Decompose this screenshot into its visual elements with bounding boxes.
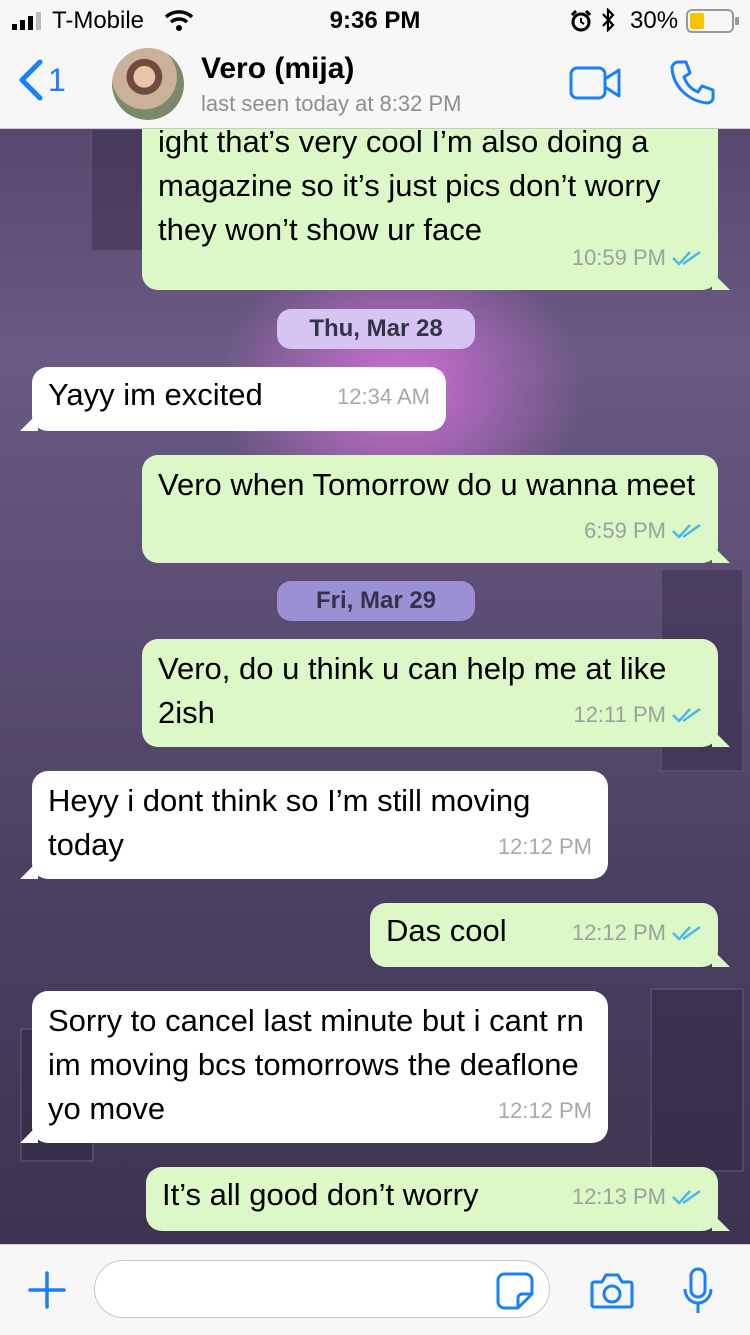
microphone-icon	[683, 1267, 713, 1313]
video-call-button[interactable]	[569, 66, 621, 105]
read-ticks-icon	[672, 1189, 701, 1205]
bubble-tail	[712, 545, 730, 563]
sticker-icon	[496, 1272, 534, 1310]
bubble-tail	[712, 729, 730, 747]
chat-area[interactable]: ight that’s very cool I’m also doing a m…	[0, 128, 750, 1244]
message-time: 6:59 PM	[584, 518, 666, 543]
contact-name[interactable]: Vero (mija)	[201, 52, 354, 86]
bubble-tail	[712, 272, 730, 290]
bubble-tail	[712, 949, 730, 967]
message-outgoing[interactable]: Vero when Tomorrow do u wanna meet 6:59 …	[142, 455, 730, 563]
message-outgoing[interactable]: ight that’s very cool I’m also doing a m…	[142, 128, 730, 290]
attach-button[interactable]	[28, 1271, 66, 1314]
message-time: 12:34 AM	[337, 384, 430, 409]
message-text: ight that’s very cool I’m also doing a m…	[158, 128, 661, 247]
date-separator: Fri, Mar 29	[277, 581, 475, 621]
message-text: Heyy i dont think so I’m still moving to…	[48, 783, 531, 862]
message-text: It’s all good don’t worry	[162, 1177, 479, 1212]
read-ticks-icon	[672, 925, 701, 941]
battery-percent: 30%	[630, 7, 679, 34]
read-ticks-icon	[672, 707, 701, 723]
bubble-tail	[20, 413, 38, 431]
microphone-button[interactable]	[682, 1267, 714, 1320]
video-camera-icon	[569, 66, 621, 100]
message-time: 12:12 PM	[497, 1098, 592, 1123]
unread-count: 1	[48, 61, 66, 98]
last-seen-status: last seen today at 8:32 PM	[201, 91, 462, 116]
message-time: 10:59 PM	[571, 245, 666, 270]
chevron-left-icon	[19, 59, 43, 101]
message-outgoing[interactable]: Das cool 12:12 PM	[370, 903, 730, 967]
message-text: Das cool	[386, 913, 507, 948]
message-text: Yayy im excited	[48, 377, 263, 412]
message-time: 12:13 PM	[571, 1184, 666, 1209]
status-bar: T-Mobile 9:36 PM 30%	[0, 0, 750, 40]
read-ticks-icon	[672, 523, 701, 539]
plus-icon	[28, 1271, 66, 1309]
message-input[interactable]	[94, 1260, 550, 1318]
voice-call-button[interactable]	[668, 58, 716, 111]
message-incoming[interactable]: Heyy i dont think so I’m still moving to…	[20, 771, 608, 879]
message-outgoing[interactable]: Vero, do u think u can help me at like 2…	[142, 639, 730, 747]
message-incoming[interactable]: Yayy im excited 12:34 AM	[20, 367, 446, 431]
avatar[interactable]	[112, 48, 184, 120]
camera-button[interactable]	[590, 1272, 634, 1315]
message-time: 12:12 PM	[497, 834, 592, 859]
message-incoming[interactable]: Sorry to cancel last minute but i cant r…	[20, 991, 608, 1143]
date-label: Thu, Mar 28	[309, 315, 443, 342]
bubble-tail	[20, 1125, 38, 1143]
phone-icon	[670, 60, 715, 105]
bluetooth-icon	[602, 8, 615, 32]
sticker-button[interactable]	[496, 1272, 534, 1315]
battery-icon	[686, 9, 739, 33]
bubble-tail	[20, 861, 38, 879]
wallpaper-window	[650, 988, 744, 1172]
message-outgoing[interactable]: It’s all good don’t worry 12:13 PM	[146, 1167, 730, 1231]
message-text: Vero when Tomorrow do u wanna meet	[158, 467, 696, 502]
date-separator: Thu, Mar 28	[277, 309, 475, 349]
bubble-tail	[712, 1213, 730, 1231]
read-ticks-icon	[672, 250, 701, 266]
chat-header: 1 Vero (mija) last seen today at 8:32 PM	[0, 40, 750, 129]
date-label: Fri, Mar 29	[315, 587, 437, 614]
alarm-icon	[570, 10, 592, 32]
camera-icon	[590, 1273, 634, 1309]
message-time: 12:12 PM	[571, 920, 666, 945]
message-time: 12:11 PM	[573, 702, 666, 727]
back-button[interactable]: 1	[16, 58, 66, 102]
input-bar	[0, 1244, 750, 1335]
